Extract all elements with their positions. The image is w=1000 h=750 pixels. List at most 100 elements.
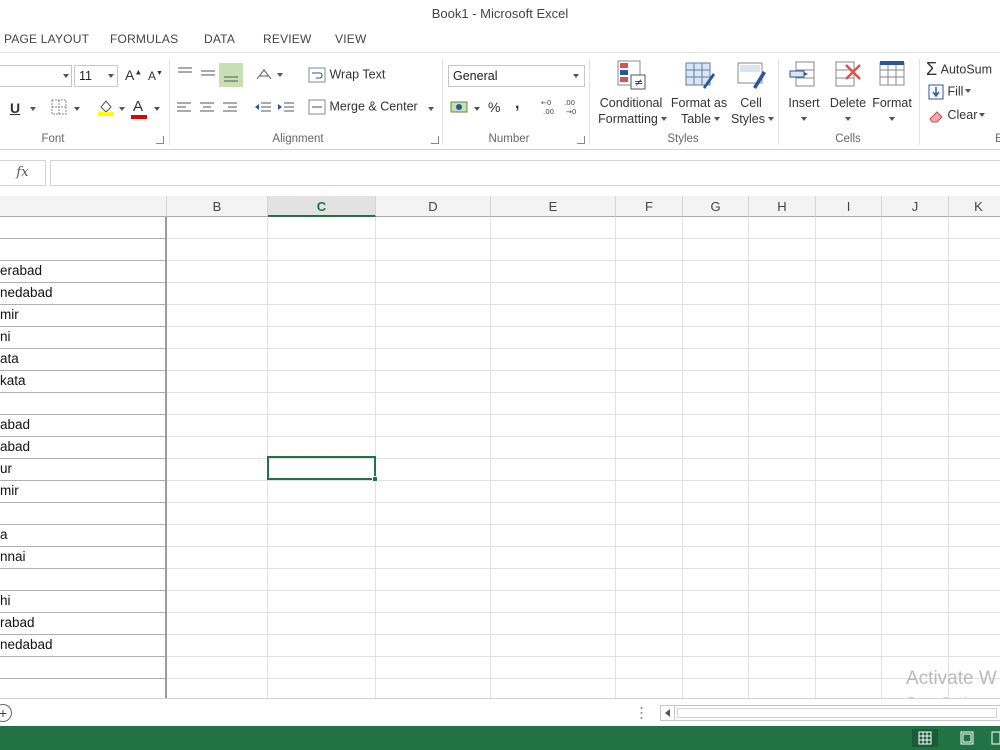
column-header-h[interactable]: H bbox=[749, 196, 816, 217]
grow-font-button[interactable]: A▲ bbox=[125, 67, 142, 83]
chevron-down-icon[interactable] bbox=[119, 107, 125, 111]
delete-cells-button[interactable]: Delete bbox=[828, 59, 868, 127]
chevron-down-icon[interactable] bbox=[474, 107, 480, 111]
font-name-box[interactable] bbox=[0, 65, 72, 87]
fill-color-icon[interactable] bbox=[96, 97, 116, 117]
cell-a[interactable]: abad bbox=[0, 415, 166, 437]
cell-a[interactable]: mir bbox=[0, 305, 166, 327]
number-format-box[interactable]: General bbox=[448, 65, 585, 87]
ribbon: 11 A▲ A▼ U A Font Wrap Text Merge & Cent… bbox=[0, 52, 1000, 150]
scroll-left-icon[interactable] bbox=[661, 706, 675, 720]
align-left-icon[interactable] bbox=[176, 101, 192, 115]
decrease-decimal-icon[interactable]: .00 →0 bbox=[563, 97, 583, 117]
cell-a[interactable] bbox=[0, 569, 166, 591]
underline-button[interactable]: U bbox=[10, 100, 20, 116]
accounting-format-icon[interactable] bbox=[450, 99, 470, 115]
shrink-font-button[interactable]: A▼ bbox=[148, 69, 163, 83]
page-layout-view-icon[interactable] bbox=[954, 729, 980, 747]
cell-a[interactable]: a bbox=[0, 525, 166, 547]
cell-a[interactable]: hi bbox=[0, 591, 166, 613]
selected-cell[interactable] bbox=[267, 456, 378, 482]
tab-data[interactable]: DATA bbox=[204, 32, 235, 46]
cell-a[interactable]: nedabad bbox=[0, 283, 166, 305]
chevron-down-icon[interactable] bbox=[30, 107, 36, 111]
font-group-label: Font bbox=[41, 133, 65, 145]
conditional-formatting-button[interactable]: ≠ Conditional Formatting bbox=[596, 59, 667, 127]
merge-center-button[interactable]: Merge & Center bbox=[308, 99, 418, 115]
align-right-icon[interactable] bbox=[222, 101, 238, 115]
align-top-icon[interactable] bbox=[176, 65, 194, 81]
cell-a[interactable]: mir bbox=[0, 481, 166, 503]
tab-review[interactable]: REVIEW bbox=[263, 32, 312, 46]
cell-a[interactable]: ur bbox=[0, 459, 166, 481]
decrease-indent-icon[interactable] bbox=[254, 101, 272, 115]
column-header-k[interactable]: K bbox=[949, 196, 1000, 217]
page-break-view-icon[interactable] bbox=[990, 729, 1000, 747]
borders-icon[interactable] bbox=[50, 98, 68, 116]
column-header-i[interactable]: I bbox=[816, 196, 882, 217]
column-header-d[interactable]: D bbox=[376, 196, 491, 217]
column-header-e[interactable]: E bbox=[491, 196, 616, 217]
cell-a[interactable]: ni bbox=[0, 327, 166, 349]
align-middle-icon[interactable] bbox=[199, 65, 217, 81]
formula-input[interactable] bbox=[50, 160, 1000, 186]
increase-decimal-icon[interactable]: ←0 .00 bbox=[540, 97, 560, 117]
cell-styles-label-1: Cell bbox=[740, 96, 762, 110]
clear-button[interactable]: Clear bbox=[928, 108, 986, 123]
cell-a[interactable]: erabad bbox=[0, 261, 166, 283]
column-header-f[interactable]: F bbox=[616, 196, 683, 217]
cell-a[interactable]: nnai bbox=[0, 547, 166, 569]
splitter-dots-icon[interactable] bbox=[640, 706, 643, 720]
column-header-j[interactable]: J bbox=[882, 196, 949, 217]
insert-function-button[interactable]: fx bbox=[0, 160, 46, 186]
fill-handle[interactable] bbox=[372, 476, 378, 482]
divider bbox=[589, 59, 590, 145]
normal-view-icon[interactable] bbox=[912, 729, 938, 747]
add-sheet-button[interactable]: + bbox=[0, 704, 12, 722]
font-size-box[interactable]: 11 bbox=[74, 65, 118, 87]
align-center-icon[interactable] bbox=[199, 101, 215, 115]
chevron-down-icon[interactable] bbox=[428, 107, 434, 111]
cell-a[interactable]: rabad bbox=[0, 613, 166, 635]
cell-styles-button[interactable]: Cell Styles bbox=[728, 59, 775, 127]
column-header-c[interactable]: C bbox=[268, 196, 376, 217]
align-bottom-icon[interactable] bbox=[219, 63, 243, 87]
divider bbox=[919, 59, 920, 145]
delete-label: Delete bbox=[829, 96, 867, 110]
horizontal-scrollbar[interactable] bbox=[660, 705, 1000, 721]
chevron-down-icon[interactable] bbox=[154, 107, 160, 111]
tab-page-layout[interactable]: PAGE LAYOUT bbox=[4, 32, 89, 46]
cell-a[interactable] bbox=[0, 503, 166, 525]
number-dialog-launcher-icon[interactable] bbox=[577, 136, 585, 144]
comma-button[interactable]: , bbox=[515, 95, 519, 113]
column-header-a[interactable] bbox=[0, 196, 167, 217]
increase-indent-icon[interactable] bbox=[277, 101, 295, 115]
cell-a[interactable] bbox=[0, 657, 166, 679]
format-as-table-label-1: Format as bbox=[670, 96, 728, 110]
chevron-down-icon[interactable] bbox=[277, 73, 283, 77]
chevron-down-icon[interactable] bbox=[74, 107, 80, 111]
cell-a[interactable] bbox=[0, 393, 166, 415]
cell-a[interactable]: nedabad bbox=[0, 635, 166, 657]
wrap-text-button[interactable]: Wrap Text bbox=[308, 67, 385, 83]
insert-cells-button[interactable]: Insert bbox=[784, 59, 824, 127]
format-cells-button[interactable]: Format bbox=[870, 59, 914, 127]
scrollbar-thumb[interactable] bbox=[677, 708, 997, 718]
format-as-table-button[interactable]: Format as Table bbox=[668, 59, 730, 127]
worksheet-grid[interactable]: B C D E F G H I J K erabad nedabad mir n… bbox=[0, 196, 1000, 698]
alignment-dialog-launcher-icon[interactable] bbox=[431, 136, 439, 144]
conditional-formatting-label-1: Conditional bbox=[599, 96, 663, 110]
percent-button[interactable]: % bbox=[488, 99, 500, 115]
cell-a[interactable]: ata bbox=[0, 349, 166, 371]
tab-formulas[interactable]: FORMULAS bbox=[110, 32, 178, 46]
column-header-b[interactable]: B bbox=[167, 196, 268, 217]
column-header-g[interactable]: G bbox=[683, 196, 749, 217]
cell-a[interactable]: abad bbox=[0, 437, 166, 459]
font-color-button[interactable]: A bbox=[133, 98, 143, 115]
autosum-button[interactable]: Σ AutoSum bbox=[926, 59, 992, 80]
cell-a[interactable]: kata bbox=[0, 371, 166, 393]
fill-button[interactable]: Fill bbox=[928, 84, 972, 100]
tab-view[interactable]: VIEW bbox=[335, 32, 366, 46]
orientation-icon[interactable] bbox=[254, 65, 274, 83]
font-dialog-launcher-icon[interactable] bbox=[156, 136, 164, 144]
